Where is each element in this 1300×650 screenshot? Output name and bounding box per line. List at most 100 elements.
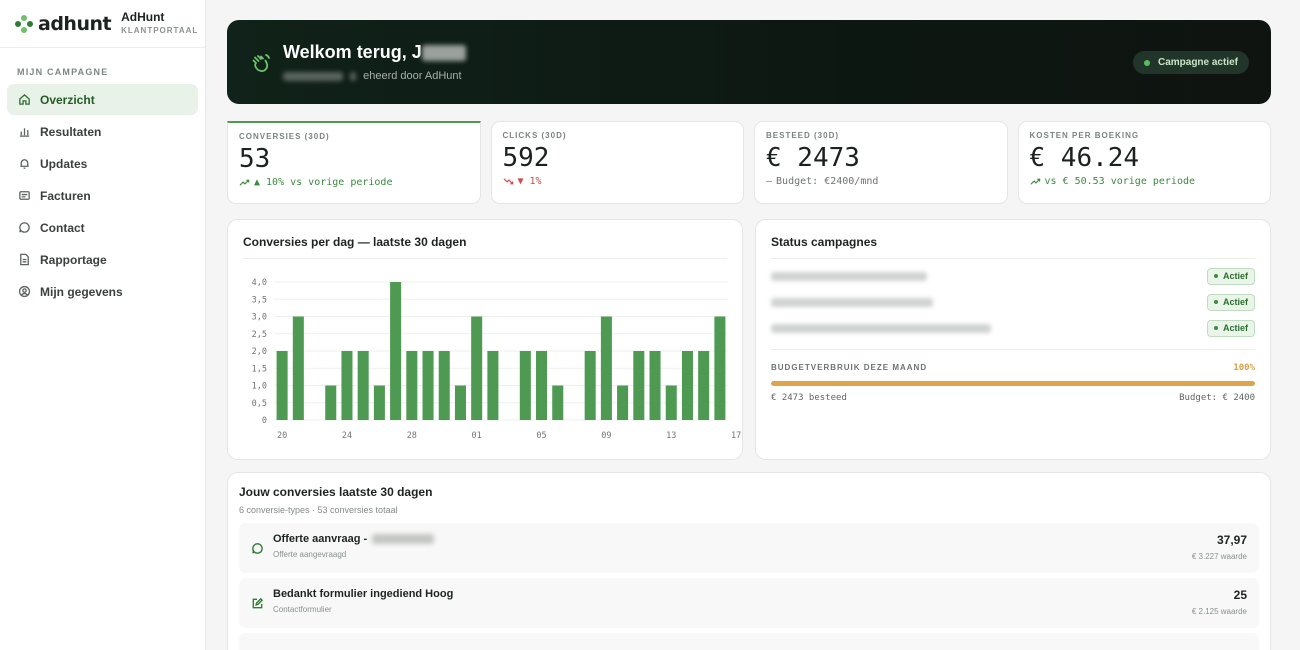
- bar[interactable]: [357, 351, 369, 420]
- redacted-campaign-name: [771, 271, 927, 281]
- conversion-count: 25: [1233, 588, 1247, 602]
- document-icon: [20, 253, 29, 266]
- sidebar-item-label: Facturen: [40, 188, 91, 203]
- bar[interactable]: [714, 316, 726, 421]
- bar[interactable]: [584, 351, 596, 420]
- status-title: Status campagnes: [771, 235, 878, 249]
- conversion-name: Bedankt formulier ingediend Hoog: [273, 588, 454, 600]
- campaign-row[interactable]: Actief: [771, 263, 1255, 289]
- x-tick-label: 09: [601, 431, 611, 441]
- edit-form-icon: [252, 597, 264, 609]
- bar[interactable]: [373, 385, 385, 421]
- sidebar-item-facturen[interactable]: Facturen: [7, 180, 198, 211]
- kpi-delta: ▼ 1%: [502, 176, 733, 187]
- x-tick-label: 01: [472, 431, 482, 441]
- bar[interactable]: [422, 351, 434, 420]
- bar[interactable]: [325, 385, 337, 421]
- kpi-besteed[interactable]: BESTEED (30D) € 2473 — Budget: €2400/mnd: [754, 121, 1008, 204]
- sidebar-item-rapportage[interactable]: Rapportage: [7, 244, 198, 275]
- conversion-item[interactable]: [239, 633, 1259, 650]
- sidebar-item-label: Rapportage: [40, 252, 107, 267]
- x-tick-label: 24: [342, 431, 352, 441]
- conversion-info: Offerte aanvraag - Offerte aangevraagd: [273, 533, 1192, 559]
- conversion-count: 37,97: [1216, 533, 1247, 547]
- budget-percentage: 100%: [1233, 363, 1255, 373]
- bar[interactable]: [276, 351, 288, 420]
- chart-title: Conversies per dag — laatste 30 dagen: [243, 235, 467, 249]
- campaign-row[interactable]: Actief: [771, 289, 1255, 315]
- sidebar: adhunt AdHunt KLANTPORTAAL MIJN CAMPAGNE…: [0, 0, 206, 650]
- bar[interactable]: [471, 316, 483, 421]
- bar[interactable]: [600, 316, 612, 421]
- x-tick-label: 05: [536, 431, 546, 441]
- bar[interactable]: [438, 351, 450, 420]
- logo-wordmark[interactable]: adhunt: [38, 13, 112, 35]
- bar[interactable]: [633, 351, 645, 420]
- budget-header: BUDGETVERBRUIK DEZE MAAND 100%: [771, 363, 1255, 373]
- trend-up-icon: [239, 179, 250, 186]
- conversion-stats: 25 € 2.125 waarde: [1192, 588, 1247, 616]
- main-content: Welkom terug, J eheerd door AdHunt Campa…: [227, 20, 1271, 650]
- sidebar-item-label: Mijn gegevens: [40, 284, 123, 299]
- redacted-company: [283, 71, 343, 81]
- bar[interactable]: [487, 351, 499, 420]
- y-tick-label: 3,5: [252, 295, 267, 305]
- redacted-separator: [350, 71, 357, 81]
- bar[interactable]: [341, 351, 353, 420]
- conversion-item[interactable]: Offerte aanvraag - Offerte aangevraagd 3…: [239, 523, 1259, 573]
- kpi-row: CONVERSIES (30D) 53 ▲ 10% vs vorige peri…: [227, 121, 1271, 204]
- delta-marker: ▲: [254, 177, 261, 188]
- kpi-label: CONVERSIES (30D): [239, 132, 330, 141]
- user-circle-icon: [18, 285, 31, 298]
- sidebar-item-overzicht[interactable]: Overzicht: [7, 84, 198, 115]
- bar[interactable]: [698, 351, 710, 420]
- campaign-row[interactable]: Actief: [771, 315, 1255, 341]
- campaign-status-badge: Actief: [1206, 293, 1255, 311]
- y-tick-label: 1,0: [252, 382, 267, 392]
- bar[interactable]: [617, 385, 629, 421]
- redacted-name: [421, 45, 466, 62]
- bar[interactable]: [454, 385, 466, 421]
- conversions-title: Jouw conversies laatste 30 dagen: [239, 485, 433, 499]
- kpi-clicks[interactable]: CLICKS (30D) 592 ▼ 1%: [490, 121, 744, 204]
- sidebar-item-resultaten[interactable]: Resultaten: [7, 116, 198, 147]
- kpi-kosten-per-boeking[interactable]: KOSTEN PER BOEKING € 46.24 vs € 50.53 vo…: [1017, 121, 1271, 204]
- x-tick-label: 28: [407, 431, 417, 441]
- bar[interactable]: [390, 282, 402, 420]
- y-tick-label: 3,0: [252, 313, 267, 323]
- kpi-conversies[interactable]: CONVERSIES (30D) 53 ▲ 10% vs vorige peri…: [227, 121, 481, 204]
- conversion-info: Bedankt formulier ingediend Hoog Contact…: [273, 588, 1192, 614]
- kpi-value: 53: [239, 144, 271, 174]
- y-tick-label: 4,0: [252, 278, 267, 288]
- budget-spent: € 2473 besteed: [771, 393, 847, 403]
- conversion-item[interactable]: Bedankt formulier ingediend Hoog Contact…: [239, 578, 1259, 628]
- sidebar-item-label: Resultaten: [40, 124, 102, 139]
- welcome-subtitle: eheerd door AdHunt: [283, 70, 462, 82]
- x-tick-label: 17: [731, 431, 741, 441]
- bar[interactable]: [536, 351, 548, 420]
- y-tick-label: 2,5: [252, 330, 267, 340]
- sidebar-item-contact[interactable]: Contact: [7, 212, 198, 243]
- budget-footer: € 2473 besteed Budget: € 2400: [771, 393, 1255, 403]
- delta-marker: —: [766, 176, 773, 187]
- conversions-bar-chart: 0 0,5 1,0 1,5 2,0 2,5 3,0 3,5 4,0 20 24 28 01 05 09 13 1…: [252, 278, 742, 441]
- kpi-delta: vs € 50.53 vorige periode: [1029, 176, 1260, 187]
- kpi-label: KOSTEN PER BOEKING: [1029, 131, 1140, 140]
- sidebar-item-updates[interactable]: Updates: [7, 148, 198, 179]
- budget-progress-bar: [771, 381, 1255, 386]
- bar[interactable]: [681, 351, 693, 420]
- home-icon: [19, 93, 30, 105]
- bar[interactable]: [406, 351, 418, 420]
- bar[interactable]: [665, 385, 677, 421]
- bar[interactable]: [552, 385, 564, 421]
- bar[interactable]: [519, 351, 531, 420]
- kpi-label: CLICKS (30D): [502, 131, 567, 140]
- sidebar-item-mijn-gegevens[interactable]: Mijn gegevens: [7, 276, 198, 307]
- kpi-label: BESTEED (30D): [766, 131, 840, 140]
- sidebar-item-label: Contact: [40, 220, 85, 235]
- bar[interactable]: [649, 351, 661, 420]
- redacted-campaign-name: [771, 323, 991, 333]
- budget-total: Budget: € 2400: [1179, 393, 1255, 403]
- bar[interactable]: [292, 316, 304, 421]
- redacted-campaign-name: [771, 297, 933, 307]
